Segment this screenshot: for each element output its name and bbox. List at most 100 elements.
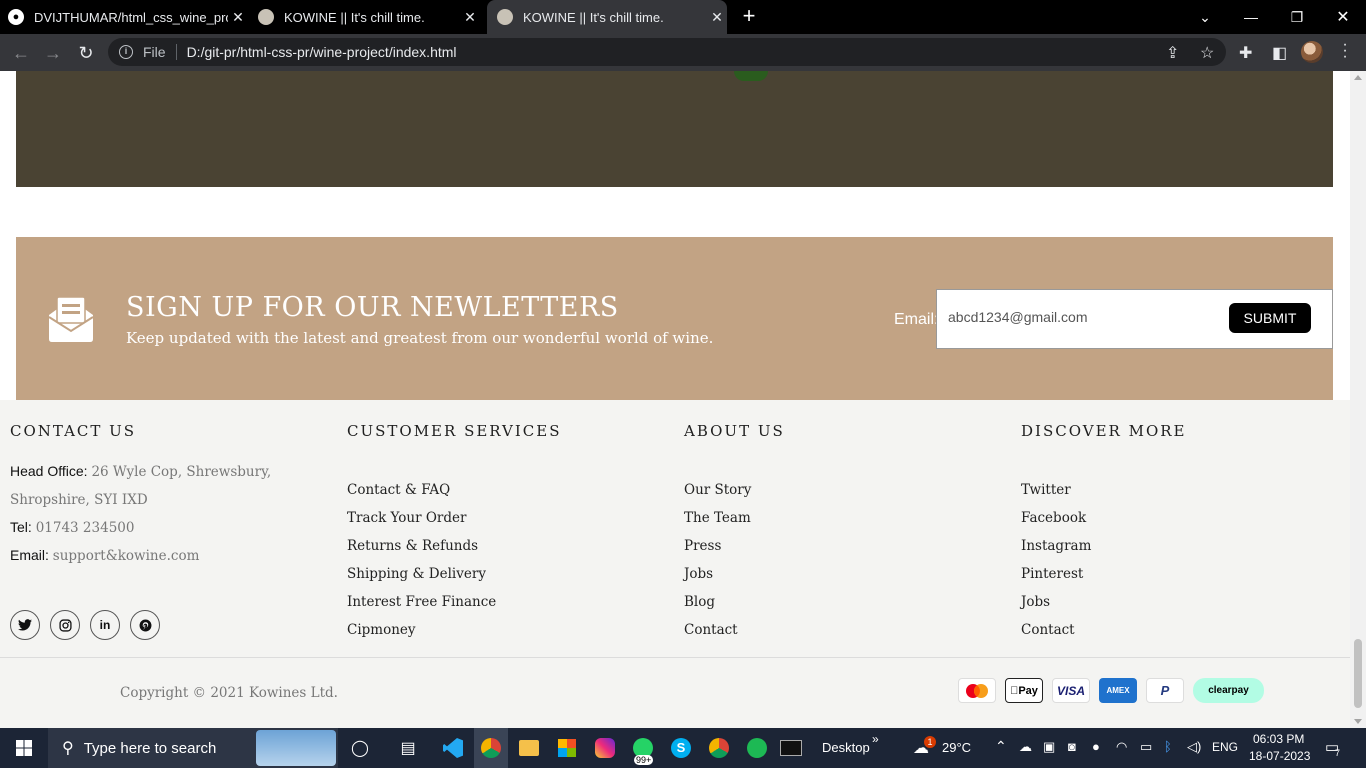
footer-link[interactable]: Contact & FAQ (347, 476, 496, 504)
windows-start-icon[interactable] (0, 728, 48, 768)
vscode-icon[interactable] (436, 728, 470, 768)
task-view-icon[interactable]: ▤ (391, 728, 425, 768)
info-icon[interactable]: i (119, 45, 133, 59)
footer-link[interactable]: Instagram (1021, 532, 1091, 560)
instagram-icon[interactable] (50, 610, 80, 640)
file-explorer-icon[interactable] (512, 728, 546, 768)
tab-title: KOWINE || It's chill time. (523, 9, 664, 25)
email-label: Email: (894, 311, 939, 328)
linkedin-icon[interactable]: in (90, 610, 120, 640)
footer-customer-services-column: CUSTOMER SERVICES Contact & FAQ Track Yo… (347, 422, 677, 638)
wifi-icon[interactable]: ◠ (1116, 739, 1127, 755)
footer-link[interactable]: Our Story (684, 476, 751, 504)
address-bar[interactable]: i File D:/git-pr/html-css-pr/wine-projec… (108, 38, 1226, 66)
scroll-up-arrow-icon[interactable] (1354, 75, 1362, 80)
desktop-toolbar-label[interactable]: Desktop (822, 740, 870, 755)
new-tab-button[interactable]: + (738, 5, 760, 27)
browser-toolbar: ← → ↻ i File D:/git-pr/html-css-pr/wine-… (0, 34, 1366, 71)
extensions-puzzle-icon[interactable]: ✚ (1239, 43, 1252, 63)
terminal-icon[interactable] (778, 728, 804, 768)
email-line: Email: support&kowine.com (10, 541, 271, 569)
head-office-label: Head Office: (10, 463, 88, 479)
whatsapp-icon[interactable]: 99+ (626, 728, 660, 768)
submit-button[interactable]: SUBMIT (1229, 303, 1311, 333)
footer-link[interactable]: Shipping & Delivery (347, 560, 496, 588)
footer-link[interactable]: Interest Free Finance (347, 588, 496, 616)
kebab-menu-icon[interactable]: · · · (1340, 37, 1350, 65)
social-icons: in (10, 610, 160, 640)
clock-date[interactable]: 18-07-2023 (1249, 749, 1310, 763)
footer-link[interactable]: Blog (684, 588, 751, 616)
temperature[interactable]: 29°C (942, 740, 971, 755)
footer-link[interactable]: The Team (684, 504, 751, 532)
footer-link[interactable]: Jobs (1021, 588, 1091, 616)
twitter-icon[interactable] (10, 610, 40, 640)
bookmark-star-icon[interactable]: ☆ (1200, 43, 1214, 63)
weather-cloud-icon[interactable]: ☁ (908, 728, 934, 768)
instagram-app-icon[interactable] (588, 728, 622, 768)
screen-icon[interactable]: ▣ (1043, 739, 1055, 755)
chrome-profile-icon[interactable] (702, 728, 736, 768)
email-value: support&kowine.com (52, 548, 200, 564)
url-text[interactable]: D:/git-pr/html-css-pr/wine-project/index… (187, 44, 457, 60)
discover-links: Twitter Facebook Instagram Pinterest Job… (1021, 476, 1091, 644)
close-icon[interactable]: ✕ (460, 9, 480, 26)
footer-heading-contact: CONTACT US (10, 422, 137, 440)
close-icon[interactable]: ✕ (707, 9, 727, 26)
back-arrow-icon[interactable]: ← (9, 41, 33, 65)
footer-link[interactable]: Cipmoney (347, 616, 496, 644)
volume-icon[interactable]: ◁) (1187, 739, 1201, 755)
page-viewport: SIGN UP FOR OUR NEWLETTERS Keep updated … (0, 71, 1350, 728)
profile-avatar[interactable] (1301, 41, 1323, 63)
skype-icon[interactable]: S (664, 728, 698, 768)
camera-icon[interactable]: ◙ (1068, 739, 1076, 754)
footer-link[interactable]: Returns & Refunds (347, 532, 496, 560)
tab-kowine-2[interactable]: KOWINE || It's chill time. ✕ (487, 0, 727, 34)
email-input[interactable] (948, 309, 1218, 325)
scroll-down-arrow-icon[interactable] (1354, 719, 1362, 724)
language-indicator[interactable]: ENG (1212, 740, 1238, 754)
tab-github[interactable]: ● DVIJTHUMAR/html_css_wine_pro ✕ (8, 0, 248, 34)
chevron-right-icon[interactable]: » (872, 732, 879, 746)
footer-link[interactable]: Contact (684, 616, 751, 644)
tab-search-chevron-icon[interactable]: ⌄ (1182, 0, 1228, 34)
microsoft-store-icon[interactable] (550, 728, 584, 768)
cortana-icon[interactable]: ◯ (343, 728, 377, 768)
tray-expand-chevron-icon[interactable]: ⌃ (995, 738, 1007, 755)
cloud-sync-icon[interactable]: ☁ (1019, 739, 1032, 755)
bluetooth-icon[interactable]: ᛒ (1164, 739, 1172, 754)
visa-icon: VISA (1052, 678, 1090, 703)
page-scrollbar[interactable] (1350, 71, 1366, 728)
pinterest-icon[interactable] (130, 610, 160, 640)
clock-time[interactable]: 06:03 PM (1253, 732, 1304, 746)
payment-methods: Pay VISA AMEX P clearpay (958, 678, 1264, 703)
footer-link[interactable]: Twitter (1021, 476, 1091, 504)
restore-button[interactable]: ❐ (1274, 0, 1320, 34)
reload-icon[interactable]: ↻ (74, 41, 98, 65)
side-panel-icon[interactable]: ◧ (1272, 43, 1287, 63)
email-label: Email: (10, 547, 49, 563)
footer-link[interactable]: Pinterest (1021, 560, 1091, 588)
tab-title: KOWINE || It's chill time. (284, 9, 425, 25)
footer-link[interactable]: Contact (1021, 616, 1091, 644)
forward-arrow-icon[interactable]: → (41, 41, 65, 65)
customer-services-links: Contact & FAQ Track Your Order Returns &… (347, 476, 496, 644)
close-icon[interactable]: ✕ (228, 9, 248, 26)
chrome-icon[interactable] (474, 728, 508, 768)
newsletter-form: SUBMIT (936, 289, 1333, 349)
steam-icon[interactable]: ● (1092, 739, 1100, 754)
footer-link[interactable]: Press (684, 532, 751, 560)
footer-link[interactable]: Jobs (684, 560, 751, 588)
wine-glass-icon (497, 9, 513, 25)
battery-icon[interactable]: ▭ (1140, 739, 1152, 755)
scrollbar-thumb[interactable] (1354, 639, 1362, 708)
footer-link[interactable]: Track Your Order (347, 504, 496, 532)
share-icon[interactable]: ⇪ (1166, 43, 1179, 63)
copyright-text: Copyright © 2021 Kowines Ltd. (120, 685, 338, 701)
tab-kowine-1[interactable]: KOWINE || It's chill time. ✕ (258, 0, 480, 34)
taskbar-search-box[interactable]: ⚲ Type here to search (48, 728, 338, 768)
spotify-icon[interactable] (740, 728, 774, 768)
footer-link[interactable]: Facebook (1021, 504, 1091, 532)
window-close-button[interactable]: ✕ (1320, 0, 1366, 34)
minimize-button[interactable]: — (1228, 0, 1274, 34)
